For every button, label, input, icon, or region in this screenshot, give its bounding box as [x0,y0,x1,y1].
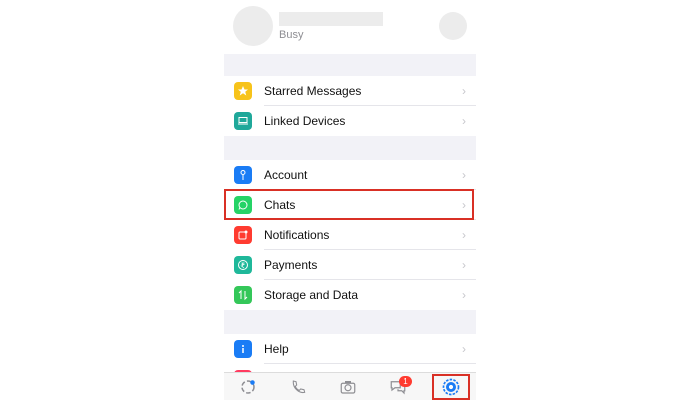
tab-camera[interactable] [328,373,368,400]
camera-icon [340,381,356,394]
menu-label: Starred Messages [264,84,362,98]
tab-chats[interactable]: 1 [378,373,418,400]
menu-label: Payments [264,258,318,272]
chevron-right-icon: › [462,258,466,272]
chevron-right-icon: › [462,114,466,128]
chevron-right-icon: › [462,228,466,242]
qr-code-button[interactable] [439,12,467,40]
menu-item-help[interactable]: Help › [224,334,476,364]
notification-icon [234,226,252,244]
menu-label: Linked Devices [264,114,346,128]
laptop-icon [234,112,252,130]
tab-status[interactable] [228,373,268,400]
profile-name-redacted [279,12,383,26]
menu-item-notifications[interactable]: Notifications › [224,220,476,250]
menu-label: Help [264,342,289,356]
phone-icon [292,380,306,394]
profile-header[interactable]: Busy [224,0,476,54]
menu-item-payments[interactable]: Payments › [224,250,476,280]
section-gap [224,136,476,160]
menu-item-linked-devices[interactable]: Linked Devices › [224,106,476,136]
avatar[interactable] [233,6,273,46]
settings-tab-highlight-box [432,374,470,400]
status-icon [241,380,255,394]
menu-item-storage-and-data[interactable]: Storage and Data › [224,280,476,310]
rupee-icon [234,256,252,274]
menu-label: Notifications [264,228,330,242]
menu-item-starred-messages[interactable]: Starred Messages › [224,76,476,106]
key-icon [234,166,252,184]
star-icon [234,82,252,100]
tab-calls[interactable] [278,373,318,400]
chevron-right-icon: › [462,288,466,302]
chevron-right-icon: › [462,342,466,356]
section-gap [224,54,476,76]
section-gap [224,310,476,334]
settings-screen: Busy Starred Messages › Linked Devices ›… [224,0,476,400]
profile-status: Busy [279,29,304,41]
info-icon [234,340,252,358]
menu-item-account[interactable]: Account › [224,160,476,190]
menu-label: Storage and Data [264,288,359,302]
unread-badge: 1 [399,376,412,387]
chats-highlight-box [224,189,474,220]
chevron-right-icon: › [462,84,466,98]
chevron-right-icon: › [462,168,466,182]
menu-label: Account [264,168,308,182]
arrows-icon [234,286,252,304]
